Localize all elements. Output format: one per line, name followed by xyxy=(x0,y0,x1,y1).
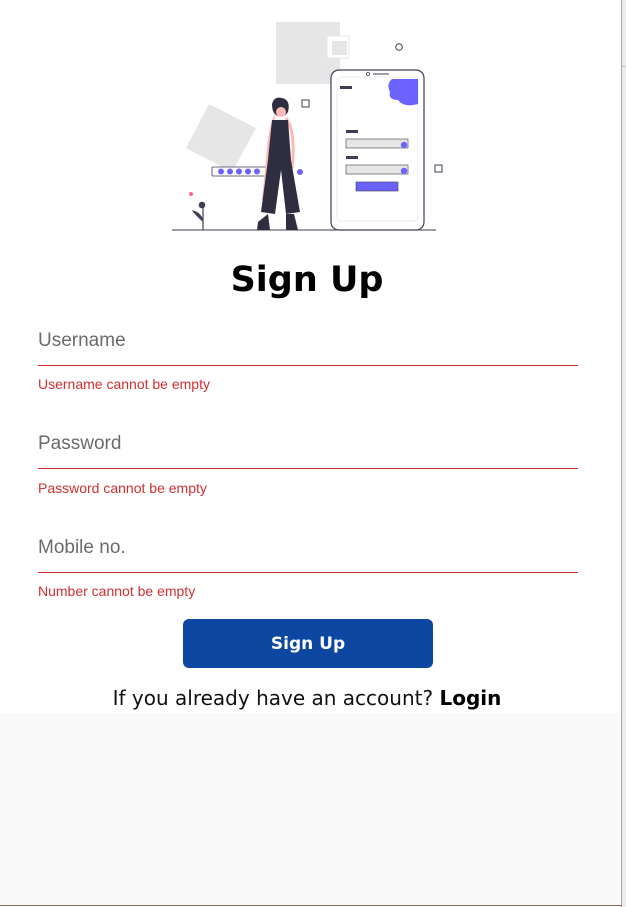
lower-background xyxy=(0,713,621,905)
mobile-error: Number cannot be empty xyxy=(38,583,196,599)
login-prompt-row: If you already have an account? Login xyxy=(0,686,614,710)
login-prompt-text: If you already have an account? xyxy=(112,686,434,710)
signup-page: Sign Up Username cannot be empty Passwor… xyxy=(0,0,626,907)
page-title: Sign Up xyxy=(230,260,384,300)
password-error: Password cannot be empty xyxy=(38,480,207,496)
window-edge-right xyxy=(621,0,622,907)
window-edge-bottom xyxy=(0,905,622,906)
signup-illustration-icon xyxy=(172,22,443,231)
password-field[interactable] xyxy=(38,420,578,469)
mobile-field[interactable] xyxy=(38,524,578,573)
username-error: Username cannot be empty xyxy=(38,376,210,392)
window-edge-stub xyxy=(622,66,626,67)
login-link[interactable]: Login xyxy=(439,686,501,710)
window-edge-outer xyxy=(622,0,626,907)
sign-up-button[interactable]: Sign Up xyxy=(183,619,433,668)
username-field[interactable] xyxy=(38,317,578,366)
